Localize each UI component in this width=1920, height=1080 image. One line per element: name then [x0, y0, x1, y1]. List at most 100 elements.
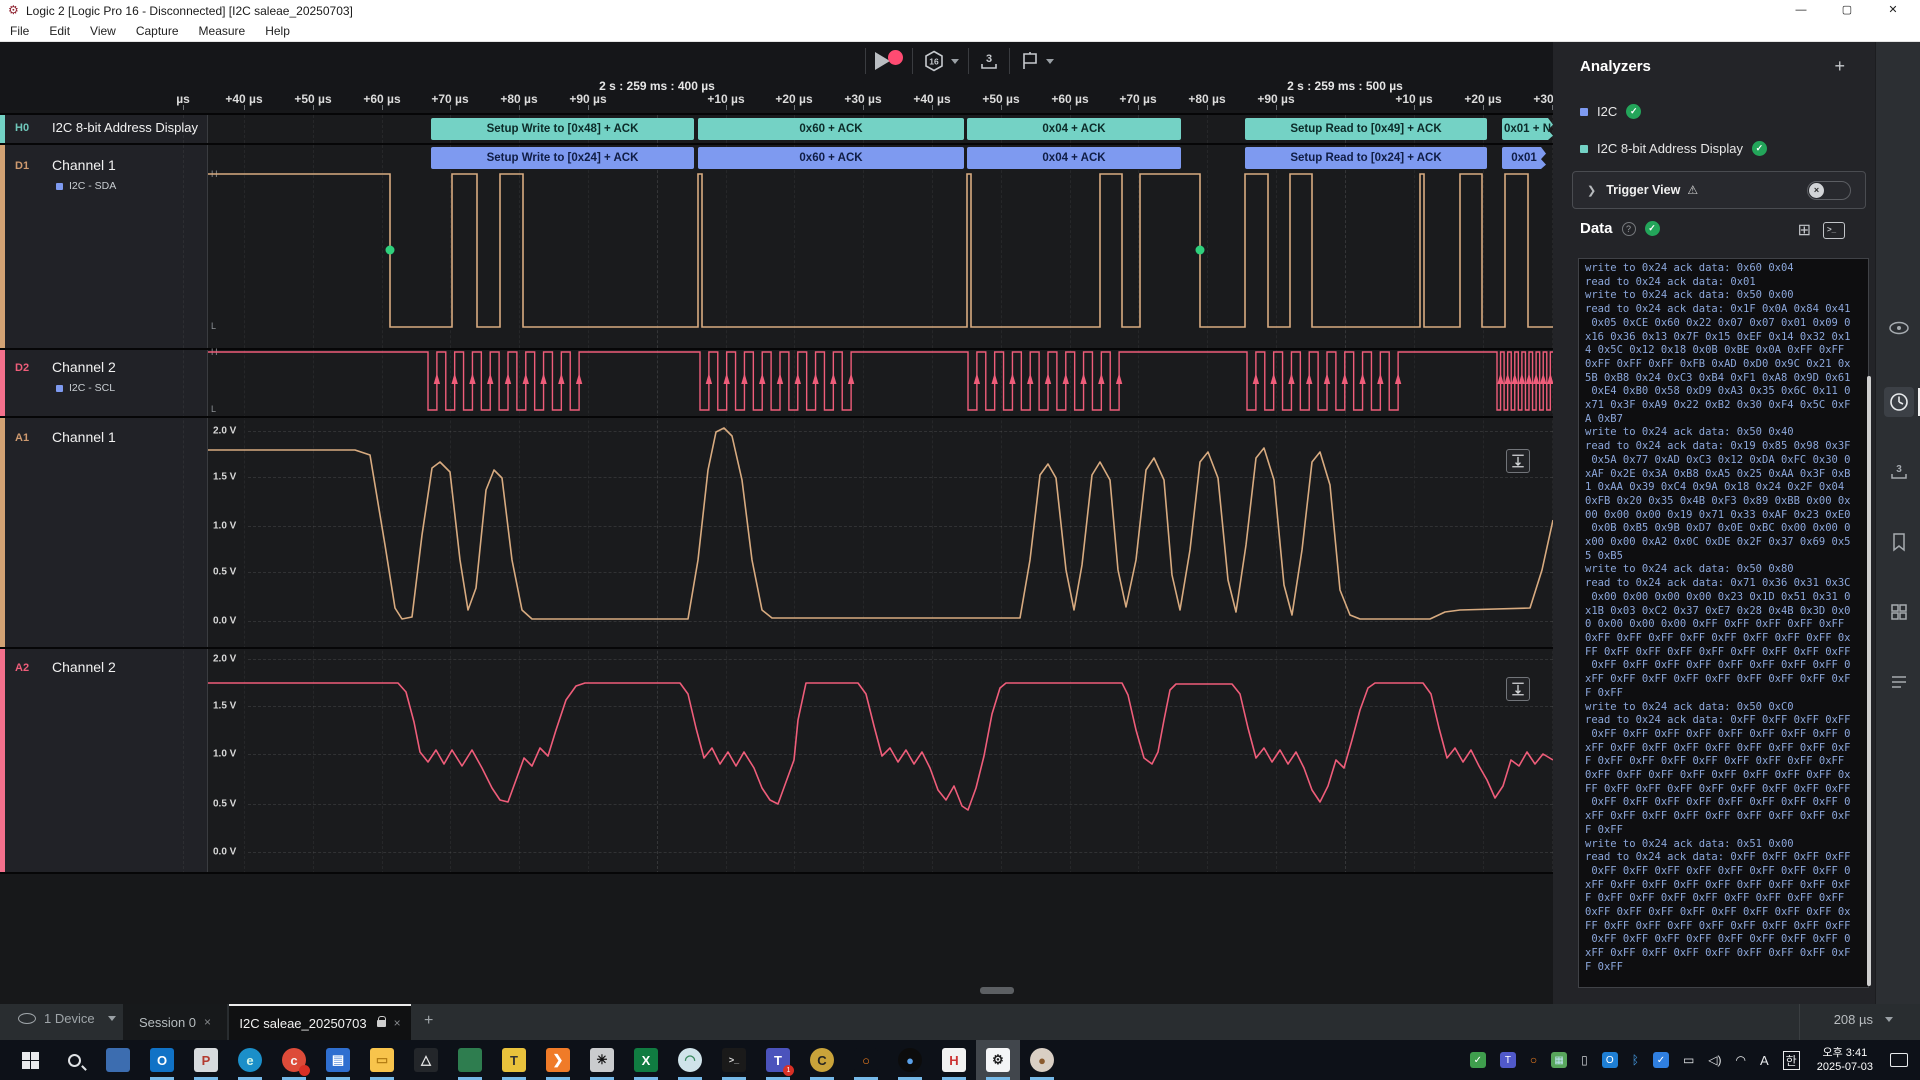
close-tab-icon[interactable]: × — [204, 1015, 211, 1029]
edge-browser-app[interactable]: e — [228, 1040, 272, 1080]
ime-korean-icon[interactable]: 한 — [1783, 1051, 1800, 1070]
annotations-tool-button[interactable] — [1884, 527, 1914, 557]
ruler-tick-label: µs — [176, 92, 190, 106]
everything-search-app-icon: ○ — [854, 1048, 878, 1072]
logic2-app[interactable]: ⚙ — [976, 1040, 1020, 1080]
hfc-blocks-app[interactable]: H — [932, 1040, 976, 1080]
extensions-tool-button[interactable] — [1884, 597, 1914, 627]
sphere-app[interactable]: ◠ — [668, 1040, 712, 1080]
bluetooth-icon[interactable]: ᛒ — [1632, 1053, 1639, 1067]
usb-icon[interactable]: ▯ — [1581, 1053, 1588, 1067]
wifi-icon[interactable]: ◠ — [1736, 1053, 1746, 1067]
defender-shield-icon[interactable]: ✓ — [1653, 1052, 1669, 1068]
save-disk-app[interactable]: ▤ — [316, 1040, 360, 1080]
terminal-view-icon[interactable]: >_ — [1823, 222, 1845, 239]
flashprint-app-icon: ❯ — [546, 1048, 570, 1072]
decoder-bubble[interactable]: 0x01 — [1502, 147, 1546, 169]
search-tray-icon[interactable]: ○ — [1530, 1053, 1537, 1067]
decoder-bubble[interactable]: 0x60 + ACK — [698, 147, 964, 169]
excel-app[interactable]: X — [624, 1040, 668, 1080]
trigger-view-toggle[interactable]: × — [1807, 181, 1851, 200]
teams-app[interactable]: T1 — [756, 1040, 800, 1080]
teams-tray-icon[interactable]: T — [1500, 1052, 1516, 1068]
menu-measure[interactable]: Measure — [189, 21, 256, 41]
remote-desktop-app[interactable] — [96, 1040, 140, 1080]
cfg-app[interactable]: C — [800, 1040, 844, 1080]
flashprint-app[interactable]: ❯ — [536, 1040, 580, 1080]
system-tray: ✓ T ○ ▦ ▯ Oᛒ ✓ ▭ ◁) ◠ A한 오후 3:412025-07-03 — [1463, 1040, 1920, 1080]
data-scrollbar[interactable] — [1867, 376, 1871, 986]
dot-app[interactable]: ● — [888, 1040, 932, 1080]
check-circle-icon: ✓ — [1645, 221, 1660, 236]
data-terminal[interactable]: write to 0x24 ack data: 0x60 0x04read to… — [1578, 258, 1869, 988]
print-utility-app[interactable]: P — [184, 1040, 228, 1080]
maximize-button[interactable]: ▢ — [1824, 0, 1870, 21]
kayak-app[interactable] — [448, 1040, 492, 1080]
table-view-icon[interactable]: ⊞ — [1798, 220, 1811, 240]
tab-session-0[interactable]: Session 0 × — [123, 1004, 227, 1040]
help-icon[interactable]: ? — [1622, 222, 1636, 236]
time-range-selector[interactable]: 208 µs — [1834, 1012, 1893, 1027]
file-explorer-app-icon: ▭ — [370, 1048, 394, 1072]
outlook-app[interactable]: O — [140, 1040, 184, 1080]
ruler-tick-label: +30 µs — [844, 92, 881, 106]
file-explorer-app[interactable]: ▭ — [360, 1040, 404, 1080]
close-button[interactable]: ✕ — [1870, 0, 1916, 21]
decoder-bubble[interactable]: Setup Read to [0x24] + ACK — [1245, 147, 1487, 169]
analyzer-item-i2c-8bit[interactable]: I2C 8-bit Address Display ✓ — [1580, 141, 1767, 156]
hfc-blocks-app-icon: H — [942, 1048, 966, 1072]
terminal-app[interactable]: >_ — [712, 1040, 756, 1080]
a1-measure-button[interactable] — [1506, 449, 1530, 473]
a2-measure-button[interactable] — [1506, 677, 1530, 701]
outlook-tray-icon[interactable]: O — [1602, 1052, 1618, 1068]
decoder-bubble[interactable]: 0x04 + ACK — [967, 147, 1181, 169]
decoder-bubble[interactable]: 0x01 + N — [1502, 118, 1553, 140]
device-selector[interactable]: 1 Device — [18, 1011, 116, 1026]
close-tab-icon[interactable]: × — [394, 1016, 401, 1030]
add-analyzer-button[interactable]: + — [1834, 56, 1845, 77]
ruler-tick-label: +90 µs — [1257, 92, 1294, 106]
search-button[interactable] — [52, 1040, 96, 1080]
t-utility-app[interactable]: T — [492, 1040, 536, 1080]
everything-search-app[interactable]: ○ — [844, 1040, 888, 1080]
decoder-bubble[interactable]: 0x04 + ACK — [967, 118, 1181, 140]
title-bar: ⚙ Logic 2 [Logic Pro 16 - Disconnected] … — [0, 0, 1920, 21]
minimize-button[interactable]: — — [1778, 0, 1824, 21]
chrome-browser-app[interactable]: c — [272, 1040, 316, 1080]
ime-english-icon[interactable]: A — [1760, 1053, 1769, 1068]
logic-legacy-app[interactable]: △ — [404, 1040, 448, 1080]
menu-edit[interactable]: Edit — [39, 21, 80, 41]
measurements-tool-button[interactable]: 3 — [1884, 456, 1914, 486]
shield-check-icon[interactable]: ✓ — [1470, 1052, 1486, 1068]
tab-i2c-capture[interactable]: I2C saleae_20250703 × — [229, 1004, 411, 1040]
measure-height-icon — [1509, 452, 1527, 470]
decoder-bubble[interactable]: 0x60 + ACK — [698, 118, 964, 140]
snowflake-app[interactable]: ✳ — [580, 1040, 624, 1080]
notes-tool-button[interactable] — [1884, 667, 1914, 697]
decoder-bubble[interactable]: Setup Read to [0x49] + ACK — [1245, 118, 1487, 140]
analyzer-item-i2c[interactable]: I2C ✓ — [1580, 104, 1641, 119]
menu-file[interactable]: File — [0, 21, 39, 41]
notification-center-icon[interactable] — [1890, 1053, 1908, 1067]
horizontal-scrollbar[interactable] — [980, 987, 1014, 994]
taskbar-clock[interactable]: 오후 3:412025-07-03 — [1817, 1046, 1873, 1074]
visibility-tool-button[interactable] — [1884, 313, 1914, 343]
data-line: 0xFB 0x20 0x35 0x4B 0xF3 0x89 0xBB 0x00 … — [1585, 495, 1866, 509]
menu-view[interactable]: View — [80, 21, 126, 41]
battery-icon[interactable]: ▭ — [1683, 1053, 1694, 1067]
tiles-icon[interactable]: ▦ — [1551, 1052, 1567, 1068]
new-tab-button[interactable]: + — [424, 1012, 433, 1030]
data-line: 0xFF 0xFF 0xFF 0xFF 0xFF 0xFF 0xFF 0xFF … — [1585, 659, 1866, 673]
volume-icon[interactable]: ◁) — [1708, 1053, 1721, 1067]
start-button[interactable] — [8, 1040, 52, 1080]
svg-text:3: 3 — [1896, 464, 1902, 475]
lock-icon — [377, 1020, 386, 1027]
menu-help[interactable]: Help — [255, 21, 300, 41]
data-line: 0x00 0x00 0x00 0x00 0x23 0x1D 0x51 0x31 … — [1585, 591, 1866, 605]
paint-app[interactable]: ● — [1020, 1040, 1064, 1080]
menu-capture[interactable]: Capture — [126, 21, 189, 41]
timing-tool-button[interactable] — [1884, 387, 1914, 417]
decoder-bubble[interactable]: Setup Write to [0x48] + ACK — [431, 118, 694, 140]
decoder-bubble[interactable]: Setup Write to [0x24] + ACK — [431, 147, 694, 169]
trigger-view-row[interactable]: ❯ Trigger View ⚠ × — [1572, 171, 1866, 209]
